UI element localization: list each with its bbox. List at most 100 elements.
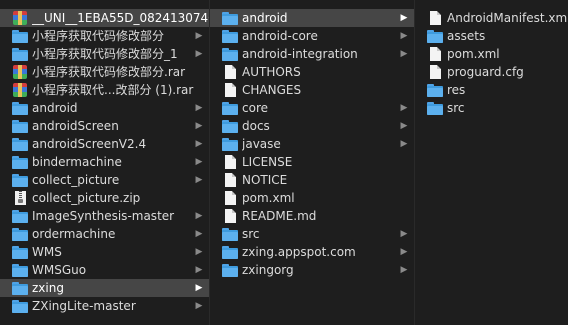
item-label: NOTICE [242,173,288,187]
chevron-right-icon: ▶ [195,247,203,257]
document-icon [222,209,238,223]
column-3[interactable]: AndroidManifest.xml assets pom.xml proguard… [415,0,568,325]
item-label: AUTHORS [242,65,301,79]
folder-row[interactable]: ImageSynthesis-master ▶ [0,207,209,225]
column-2[interactable]: android ▶ android-core ▶ android-integration… [210,0,415,325]
folder-icon [12,101,28,115]
folder-icon [222,101,238,115]
folder-row[interactable]: zxing.appspot.com ▶ [210,243,414,261]
item-label: AndroidManifest.xml [447,11,568,25]
item-label: androidScreen [32,119,119,133]
folder-icon [222,137,238,151]
chevron-right-icon: ▶ [195,229,203,239]
folder-icon [12,47,28,61]
item-label: res [447,83,466,97]
chevron-right-icon: ▶ [195,49,203,59]
archive-icon [12,83,28,97]
document-icon [222,191,238,205]
folder-row[interactable]: androidScreenV2.4 ▶ [0,135,209,153]
folder-row[interactable]: 小程序获取代码修改部分 ▶ [0,27,209,45]
folder-row[interactable]: zxing ▶ [0,279,209,297]
file-row[interactable]: CHANGES [210,81,414,99]
item-label: android-core [242,29,318,43]
item-label: src [447,101,465,115]
document-icon [222,173,238,187]
folder-icon [12,155,28,169]
folder-row[interactable]: WMS ▶ [0,243,209,261]
folder-row[interactable]: docs ▶ [210,117,414,135]
chevron-right-icon: ▶ [400,265,408,275]
folder-row[interactable]: androidScreen ▶ [0,117,209,135]
item-label: android [32,101,78,115]
file-row[interactable]: 小程序获取代码修改部分.rar [0,63,209,81]
item-label: __UNI__1EBA55D_0824130740.ipa [32,11,209,25]
folder-row[interactable]: assets [415,27,568,45]
file-row[interactable]: LICENSE [210,153,414,171]
folder-icon [12,29,28,43]
column-1-list: __UNI__1EBA55D_0824130740.ipa 小程序获取代码修改部分… [0,0,209,315]
archive-icon [12,11,28,25]
folder-row[interactable]: src ▶ [210,225,414,243]
file-row[interactable]: AndroidManifest.xml [415,9,568,27]
folder-row[interactable]: res [415,81,568,99]
folder-row[interactable]: android-integration ▶ [210,45,414,63]
file-row[interactable]: NOTICE [210,171,414,189]
chevron-right-icon: ▶ [195,265,203,275]
item-label: WMSGuo [32,263,87,277]
folder-row[interactable]: android ▶ [0,99,209,117]
folder-row[interactable]: 小程序获取代码修改部分_1 ▶ [0,45,209,63]
folder-row[interactable]: ZXingLite-master ▶ [0,297,209,315]
file-row[interactable]: __UNI__1EBA55D_0824130740.ipa [0,9,209,27]
chevron-right-icon: ▶ [400,49,408,59]
item-label: assets [447,29,486,43]
file-row[interactable]: proguard.cfg [415,63,568,81]
item-label: docs [242,119,270,133]
item-label: zxingorg [242,263,294,277]
folder-icon [427,29,443,43]
folder-row[interactable]: core ▶ [210,99,414,117]
column-2-list: android ▶ android-core ▶ android-integration… [210,0,414,279]
folder-row[interactable]: bindermachine ▶ [0,153,209,171]
item-label: android-integration [242,47,358,61]
document-icon [427,11,443,25]
column-1[interactable]: __UNI__1EBA55D_0824130740.ipa 小程序获取代码修改部分… [0,0,210,325]
item-label: zxing [32,281,64,295]
folder-row[interactable]: ordermachine ▶ [0,225,209,243]
folder-icon [12,299,28,313]
folder-icon [12,173,28,187]
chevron-right-icon: ▶ [400,247,408,257]
file-row[interactable]: collect_picture.zip [0,189,209,207]
file-row[interactable]: pom.xml [210,189,414,207]
chevron-right-icon: ▶ [400,13,408,23]
file-row[interactable]: AUTHORS [210,63,414,81]
folder-row[interactable]: WMSGuo ▶ [0,261,209,279]
document-icon [222,65,238,79]
item-label: zxing.appspot.com [242,245,356,259]
item-label: 小程序获取代...改部分 (1).rar [32,83,194,97]
item-label: ZXingLite-master [32,299,136,313]
document-icon [222,83,238,97]
folder-icon [222,227,238,241]
item-label: ordermachine [32,227,116,241]
file-row[interactable]: README.md [210,207,414,225]
folder-icon [222,119,238,133]
folder-icon [12,119,28,133]
folder-row[interactable]: javase ▶ [210,135,414,153]
chevron-right-icon: ▶ [400,103,408,113]
folder-row[interactable]: zxingorg ▶ [210,261,414,279]
chevron-right-icon: ▶ [195,211,203,221]
folder-row[interactable]: src [415,99,568,117]
folder-row[interactable]: android ▶ [210,9,414,27]
folder-icon [222,263,238,277]
item-label: pom.xml [447,47,500,61]
folder-row[interactable]: collect_picture ▶ [0,171,209,189]
file-row[interactable]: pom.xml [415,45,568,63]
document-icon [427,65,443,79]
item-label: proguard.cfg [447,65,524,79]
chevron-right-icon: ▶ [195,139,203,149]
item-label: LICENSE [242,155,293,169]
file-row[interactable]: 小程序获取代...改部分 (1).rar [0,81,209,99]
folder-row[interactable]: android-core ▶ [210,27,414,45]
chevron-right-icon: ▶ [400,229,408,239]
folder-icon [222,29,238,43]
